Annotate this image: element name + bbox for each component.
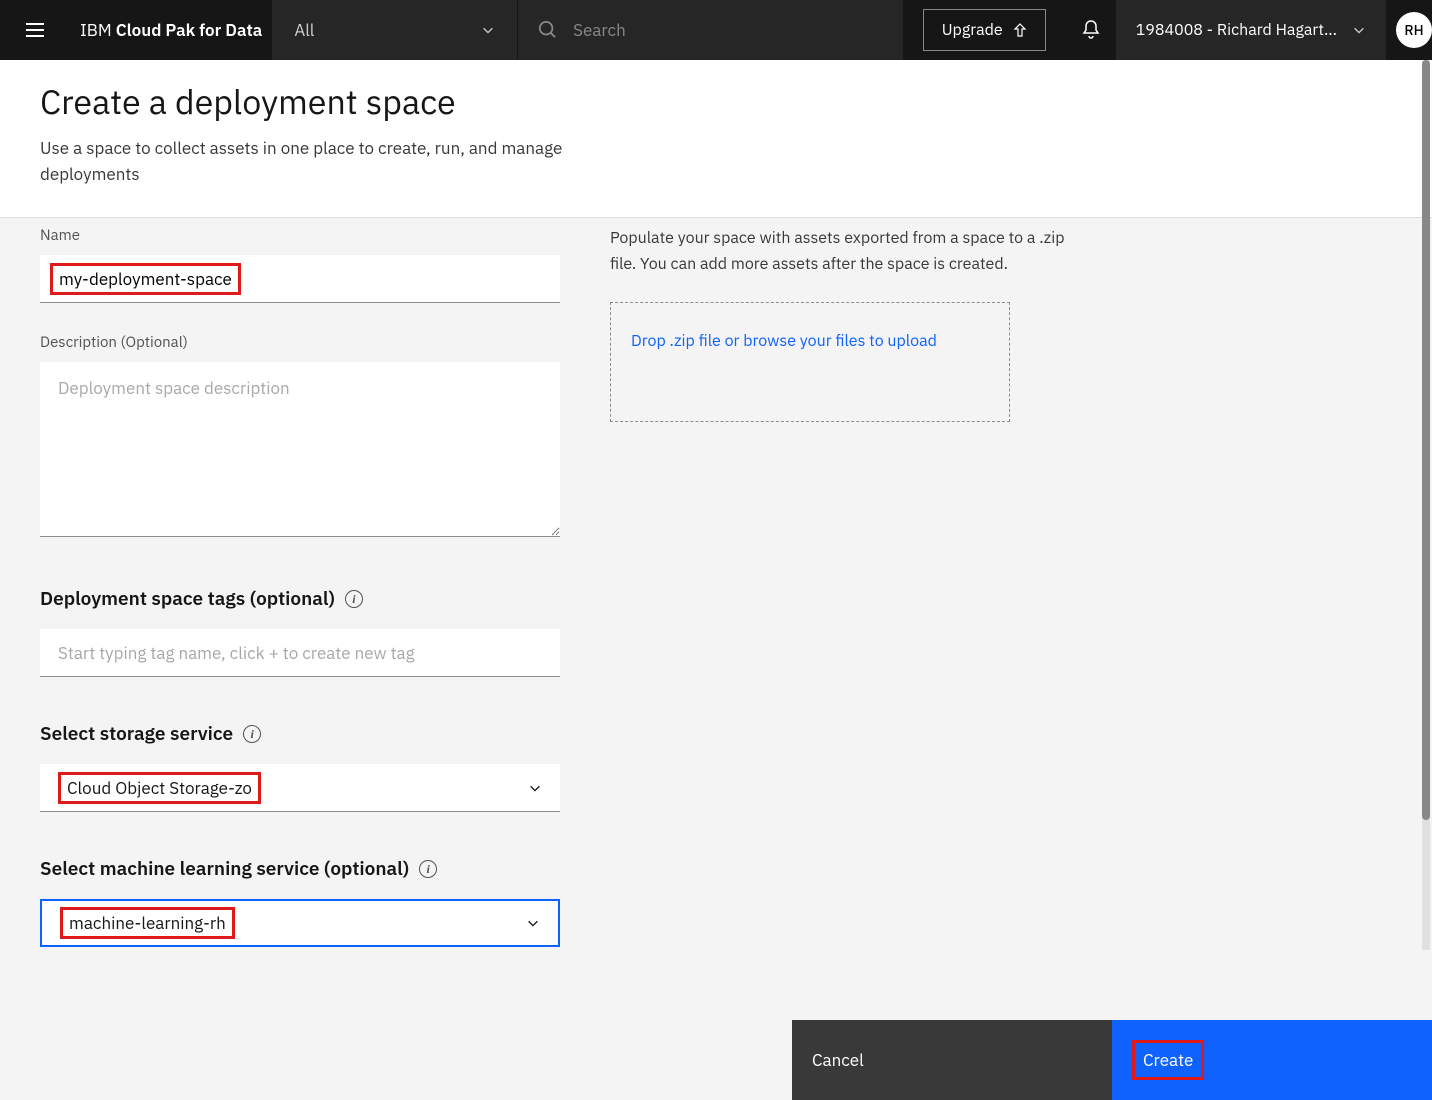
account-dropdown[interactable]: 1984008 - Richard Hagart... [1116, 0, 1386, 60]
upgrade-icon [1013, 23, 1027, 37]
upgrade-button[interactable]: Upgrade [923, 9, 1046, 51]
chevron-down-icon [1352, 23, 1366, 37]
bell-icon [1080, 19, 1102, 41]
scope-label: All [294, 19, 314, 41]
tags-input[interactable]: Start typing tag name, click + to create… [40, 629, 560, 677]
hamburger-menu[interactable] [0, 19, 70, 41]
account-label: 1984008 - Richard Hagart... [1136, 20, 1337, 40]
info-icon[interactable]: i [419, 860, 437, 878]
create-button[interactable]: Create [1112, 1020, 1432, 1100]
description-input[interactable] [40, 362, 560, 537]
notifications-button[interactable] [1066, 19, 1116, 41]
storage-label: Select storage service [40, 722, 233, 746]
description-label: Description (Optional) [40, 333, 560, 352]
name-input-highlight[interactable]: my-deployment-space [50, 263, 241, 295]
ml-label: Select machine learning service (optiona… [40, 857, 409, 881]
cancel-button[interactable]: Cancel [792, 1020, 1112, 1100]
scrollbar[interactable] [1422, 60, 1430, 950]
search-area[interactable] [518, 0, 902, 60]
search-icon [538, 19, 558, 41]
chevron-down-icon [526, 916, 540, 930]
storage-value: Cloud Object Storage-zo [58, 772, 261, 804]
ml-select[interactable]: machine-learning-rh [40, 899, 560, 947]
tags-placeholder: Start typing tag name, click + to create… [58, 642, 415, 664]
name-label: Name [40, 226, 560, 245]
search-input[interactable] [573, 19, 883, 41]
info-icon[interactable]: i [345, 590, 363, 608]
upgrade-label: Upgrade [942, 20, 1003, 40]
avatar[interactable]: RH [1396, 12, 1432, 48]
upload-dropzone[interactable]: Drop .zip file or browse your files to u… [610, 302, 1010, 422]
scope-dropdown[interactable]: All [272, 0, 517, 60]
upload-link[interactable]: Drop .zip file or browse your files to u… [631, 331, 937, 351]
ml-value: machine-learning-rh [60, 907, 235, 939]
hamburger-icon [24, 19, 46, 41]
tags-label: Deployment space tags (optional) [40, 587, 335, 611]
brand: IBM Cloud Pak for Data [70, 19, 272, 41]
page-title: Create a deployment space [40, 80, 1392, 124]
info-icon[interactable]: i [243, 725, 261, 743]
cancel-label: Cancel [812, 1049, 864, 1071]
page-subtitle: Use a space to collect assets in one pla… [40, 136, 600, 187]
create-label: Create [1132, 1040, 1204, 1080]
upload-description: Populate your space with assets exported… [610, 226, 1070, 277]
chevron-down-icon [481, 23, 495, 37]
storage-select[interactable]: Cloud Object Storage-zo [40, 764, 560, 812]
scrollbar-thumb[interactable] [1422, 60, 1430, 820]
chevron-down-icon [528, 781, 542, 795]
